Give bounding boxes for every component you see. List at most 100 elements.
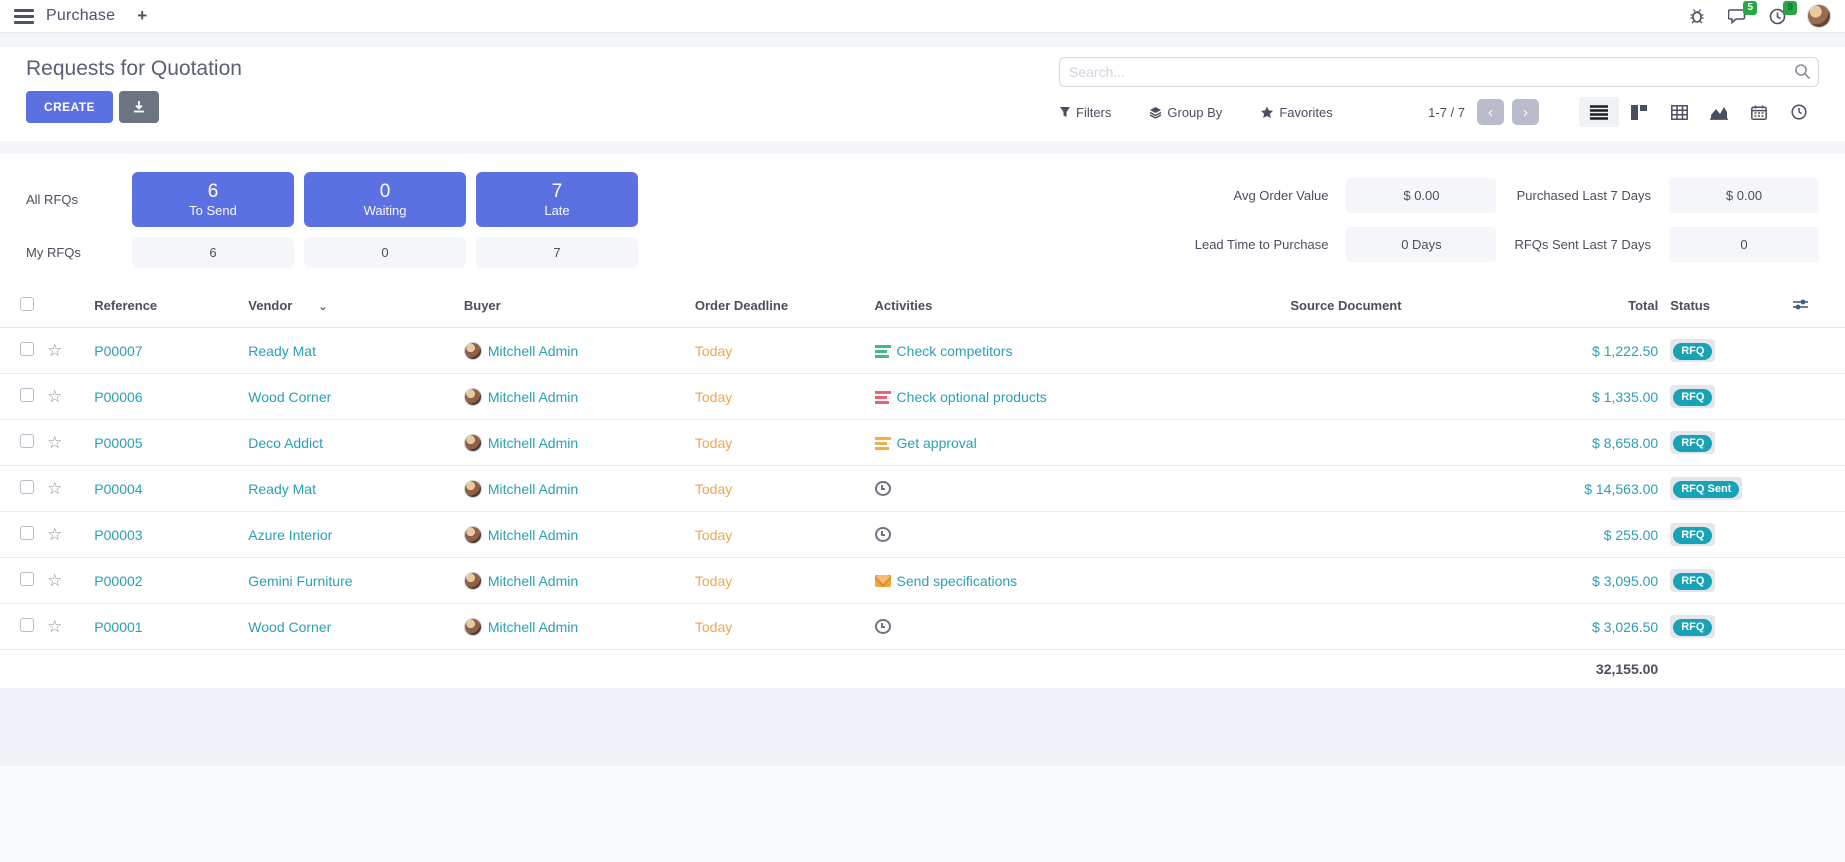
favorite-star-icon[interactable]: ☆ [47,433,62,452]
row-checkbox[interactable] [20,618,34,632]
activities-clock-icon[interactable]: 9 [1767,6,1787,26]
activity-cell[interactable] [875,481,1207,496]
my-late-card[interactable]: 7 [476,237,638,268]
calendar-view-button[interactable] [1739,97,1779,127]
favorite-star-icon[interactable]: ☆ [47,479,62,498]
purchased-last7-value: $ 0.00 [1669,178,1819,213]
buyer-cell[interactable]: Mitchell Admin [464,480,683,498]
activity-cell[interactable]: Check competitors [875,343,1207,359]
reference-link[interactable]: P00003 [94,527,142,543]
activity-view-button[interactable] [1779,97,1819,127]
create-button[interactable]: CREATE [26,91,113,123]
vendor-link[interactable]: Wood Corner [248,389,331,405]
avg-order-value: $ 0.00 [1346,178,1496,213]
pivot-view-button[interactable] [1659,97,1699,127]
table-row[interactable]: ☆ P00002 Gemini Furniture Mitchell Admin… [0,558,1845,604]
pager-previous-button[interactable]: ‹ [1477,99,1504,125]
table-row[interactable]: ☆ P00007 Ready Mat Mitchell Admin Today … [0,328,1845,374]
order-deadline: Today [695,481,732,497]
vendor-link[interactable]: Wood Corner [248,619,331,635]
favorite-star-icon[interactable]: ☆ [47,525,62,544]
favorite-star-icon[interactable]: ☆ [47,387,62,406]
reference-link[interactable]: P00001 [94,619,142,635]
waiting-card[interactable]: 0 Waiting [304,172,466,227]
optional-columns-button[interactable] [1787,284,1845,328]
control-panel: Requests for Quotation CREATE Filters Gr… [0,47,1845,141]
list-view-button[interactable] [1579,97,1619,127]
buyer-cell[interactable]: Mitchell Admin [464,434,683,452]
buyer-cell[interactable]: Mitchell Admin [464,388,683,406]
buyer-avatar [464,480,482,498]
row-checkbox[interactable] [20,526,34,540]
reference-link[interactable]: P00006 [94,389,142,405]
favorite-star-icon[interactable]: ☆ [47,617,62,636]
activity-cell[interactable]: Check optional products [875,389,1207,405]
buyer-cell[interactable]: Mitchell Admin [464,342,683,360]
buyer-avatar [464,434,482,452]
add-tab-icon[interactable]: + [137,6,147,26]
messages-icon[interactable]: 5 [1727,6,1747,26]
table-row[interactable]: ☆ P00004 Ready Mat Mitchell Admin Today … [0,466,1845,512]
row-checkbox[interactable] [20,434,34,448]
row-checkbox[interactable] [20,572,34,586]
table-row[interactable]: ☆ P00005 Deco Addict Mitchell Admin Toda… [0,420,1845,466]
source-document [1212,558,1479,604]
total-amount: $ 3,095.00 [1479,558,1664,604]
my-waiting-card[interactable]: 0 [304,237,466,268]
row-checkbox[interactable] [20,480,34,494]
page-title: Requests for Quotation [26,57,242,81]
vendor-link[interactable]: Ready Mat [248,343,316,359]
row-checkbox[interactable] [20,342,34,356]
vendor-link[interactable]: Gemini Furniture [248,573,352,589]
content-background [0,688,1845,766]
to-send-card[interactable]: 6 To Send [132,172,294,227]
favorites-button[interactable]: Favorites [1260,105,1332,120]
reference-link[interactable]: P00007 [94,343,142,359]
header-reference[interactable]: Reference [88,284,242,328]
my-to-send-card[interactable]: 6 [132,237,294,268]
header-source-document[interactable]: Source Document [1212,284,1479,328]
favorite-star-icon[interactable]: ☆ [47,341,62,360]
buyer-cell[interactable]: Mitchell Admin [464,526,683,544]
header-status[interactable]: Status [1664,284,1787,328]
header-activities[interactable]: Activities [869,284,1213,328]
header-buyer[interactable]: Buyer [458,284,689,328]
graph-view-button[interactable] [1699,97,1739,127]
activity-cell[interactable] [875,619,1207,634]
status-badge: RFQ [1673,527,1712,544]
buyer-avatar [464,526,482,544]
select-all-checkbox[interactable] [20,297,34,311]
app-name[interactable]: Purchase [46,7,115,25]
late-card[interactable]: 7 Late [476,172,638,227]
kanban-view-button[interactable] [1619,97,1659,127]
reference-link[interactable]: P00002 [94,573,142,589]
header-total[interactable]: Total [1479,284,1664,328]
reference-link[interactable]: P00005 [94,435,142,451]
debug-bug-icon[interactable] [1687,6,1707,26]
row-checkbox[interactable] [20,388,34,402]
pager-next-button[interactable]: › [1512,99,1539,125]
vendor-link[interactable]: Ready Mat [248,481,316,497]
buyer-cell[interactable]: Mitchell Admin [464,618,683,636]
search-icon[interactable] [1794,63,1811,85]
activity-cell[interactable]: Send specifications [875,573,1207,589]
filters-button[interactable]: Filters [1059,105,1111,120]
user-avatar[interactable] [1807,4,1831,28]
table-row[interactable]: ☆ P00001 Wood Corner Mitchell Admin Toda… [0,604,1845,650]
table-row[interactable]: ☆ P00003 Azure Interior Mitchell Admin T… [0,512,1845,558]
export-button[interactable] [119,91,159,123]
vendor-link[interactable]: Azure Interior [248,527,332,543]
search-input[interactable] [1059,57,1819,87]
reference-link[interactable]: P00004 [94,481,142,497]
activity-cell[interactable]: Get approval [875,435,1207,451]
table-row[interactable]: ☆ P00006 Wood Corner Mitchell Admin Toda… [0,374,1845,420]
buyer-cell[interactable]: Mitchell Admin [464,572,683,590]
group-by-button[interactable]: Group By [1149,105,1222,120]
spacer [0,33,1845,47]
activity-cell[interactable] [875,527,1207,542]
header-order-deadline[interactable]: Order Deadline [689,284,869,328]
header-vendor[interactable]: Vendor⌄ [242,284,458,328]
apps-menu-icon[interactable] [14,9,34,24]
vendor-link[interactable]: Deco Addict [248,435,323,451]
favorite-star-icon[interactable]: ☆ [47,571,62,590]
